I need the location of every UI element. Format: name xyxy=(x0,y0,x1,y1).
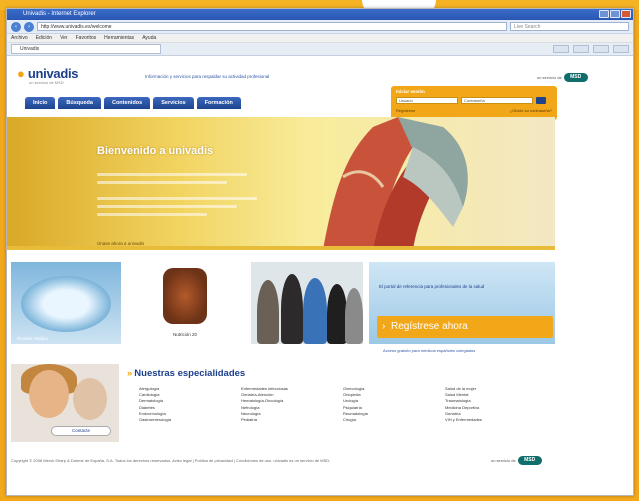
brand-prefix: un servicio de xyxy=(537,75,562,80)
site-tagline: Información y servicios para respaldar s… xyxy=(145,74,270,79)
specialty-link[interactable]: VIH y Enfermedades xyxy=(445,417,535,423)
menu-item-tools[interactable]: Herramientas xyxy=(104,34,134,42)
browser-window: Univadis - Internet Explorer ‹ › http://… xyxy=(6,8,634,496)
login-submit-button[interactable] xyxy=(536,97,546,104)
hero-banner: Bienvenido a univadis Únase ahora a univ… xyxy=(7,117,555,250)
search-input[interactable]: Live Search xyxy=(510,22,629,31)
login-panel: Iniciar sesión Usuario Contraseña Regíst… xyxy=(391,86,557,120)
site-logo[interactable]: ● univadis xyxy=(17,66,79,81)
specialties-list: Alergología Cardiología Dermatología Dia… xyxy=(139,386,535,423)
hero-text-line xyxy=(97,213,207,216)
anatomy-illustration xyxy=(323,117,468,250)
forward-icon[interactable]: › xyxy=(24,21,34,32)
msd-logo[interactable]: MSD xyxy=(563,73,588,82)
specialty-link[interactable]: Gastroenterología xyxy=(139,417,229,423)
nav-tab-inicio[interactable]: Inicio xyxy=(25,97,56,109)
back-icon[interactable]: ‹ xyxy=(11,21,21,32)
address-bar: ‹ › http://www.univadis.es/welcome Live … xyxy=(7,20,633,34)
window-titlebar: Univadis - Internet Explorer xyxy=(7,9,633,20)
menu-item-favorites[interactable]: Favoritos xyxy=(76,34,97,42)
specialty-link[interactable]: Cirugía xyxy=(343,417,433,423)
password-field[interactable]: Contraseña xyxy=(461,97,533,104)
specialty-link[interactable]: Pediatría xyxy=(241,417,331,423)
logo-mark-icon: ● xyxy=(17,66,25,81)
url-input[interactable]: http://www.univadis.es/welcome xyxy=(37,22,507,31)
print-icon[interactable] xyxy=(593,45,609,53)
menu-item-view[interactable]: Ver xyxy=(60,34,68,42)
support-photo: Contacte xyxy=(11,364,119,442)
close-icon[interactable] xyxy=(621,10,631,18)
hero-text-line xyxy=(97,197,257,200)
menu-item-help[interactable]: Ayuda xyxy=(142,34,156,42)
water-splash-icon xyxy=(21,276,111,332)
feature-tile-water[interactable]: Revista médica xyxy=(11,262,121,344)
page-footer: Copyright © 2008 Merck Sharp & Dohme de … xyxy=(11,458,331,463)
register-promo: El portal de referencia para profesional… xyxy=(369,262,555,344)
tab-bar: Univadis xyxy=(7,43,633,56)
tile-caption: Nutrición 20 xyxy=(173,332,198,337)
username-field[interactable]: Usuario xyxy=(396,97,458,104)
specialties-title: Nuestras especialidades xyxy=(127,368,245,379)
nav-tab-formacion[interactable]: Formación xyxy=(196,97,241,109)
menu-bar: Archivo Edición Ver Favoritos Herramient… xyxy=(7,34,633,43)
brand-header: un servicio de MSD xyxy=(537,73,588,82)
page-menu-icon[interactable] xyxy=(613,45,629,53)
hero-text-line xyxy=(97,173,247,176)
maximize-icon[interactable] xyxy=(610,10,620,18)
forgot-password-link[interactable]: ¿Olvidó su contraseña? xyxy=(510,108,552,113)
promo-note: Acceso gratuito para médicos españoles c… xyxy=(383,348,476,353)
menu-item-file[interactable]: Archivo xyxy=(11,34,28,42)
msd-logo[interactable]: MSD xyxy=(517,456,542,465)
browser-tab[interactable]: Univadis xyxy=(11,44,161,54)
home-icon[interactable] xyxy=(553,45,569,53)
hero-text-line xyxy=(97,205,237,208)
login-title: Iniciar sesión xyxy=(396,89,425,94)
hero-ribbon xyxy=(7,246,555,250)
feed-icon[interactable] xyxy=(573,45,589,53)
contact-button[interactable]: Contacte xyxy=(51,426,111,436)
window-title: Univadis - Internet Explorer xyxy=(23,11,96,17)
menu-item-edit[interactable]: Edición xyxy=(36,34,52,42)
logo-text: univadis xyxy=(27,66,79,81)
web-page: ● univadis un servicio de MSD Informació… xyxy=(7,56,633,495)
main-nav: Inicio Búsqueda Contenidos Servicios For… xyxy=(25,97,241,109)
tile-caption: Revista médica xyxy=(17,336,48,341)
brand-prefix: un servicio de xyxy=(491,458,516,463)
doctors-photo xyxy=(251,262,363,344)
logo-subtitle: un servicio de MSD xyxy=(29,80,64,85)
nav-tab-busqueda[interactable]: Búsqueda xyxy=(58,97,101,109)
register-link[interactable]: Regístrese xyxy=(396,108,415,113)
feature-tile-food[interactable]: Nutrición 20 xyxy=(127,262,245,344)
register-now-button[interactable]: Regístrese ahora xyxy=(377,316,553,338)
brand-footer: un servicio de MSD xyxy=(491,456,542,465)
food-image-icon xyxy=(163,268,207,324)
nav-tab-servicios[interactable]: Servicios xyxy=(153,97,194,109)
specialties-section: Contacte Nuestras especialidades Alergol… xyxy=(7,356,555,446)
promo-text: El portal de referencia para profesional… xyxy=(379,284,485,289)
feature-tiles: Revista médica Nutrición 20 El portal de… xyxy=(7,262,555,344)
hero-text-line xyxy=(97,181,227,184)
nav-tab-contenidos[interactable]: Contenidos xyxy=(103,97,151,109)
minimize-icon[interactable] xyxy=(599,10,609,18)
